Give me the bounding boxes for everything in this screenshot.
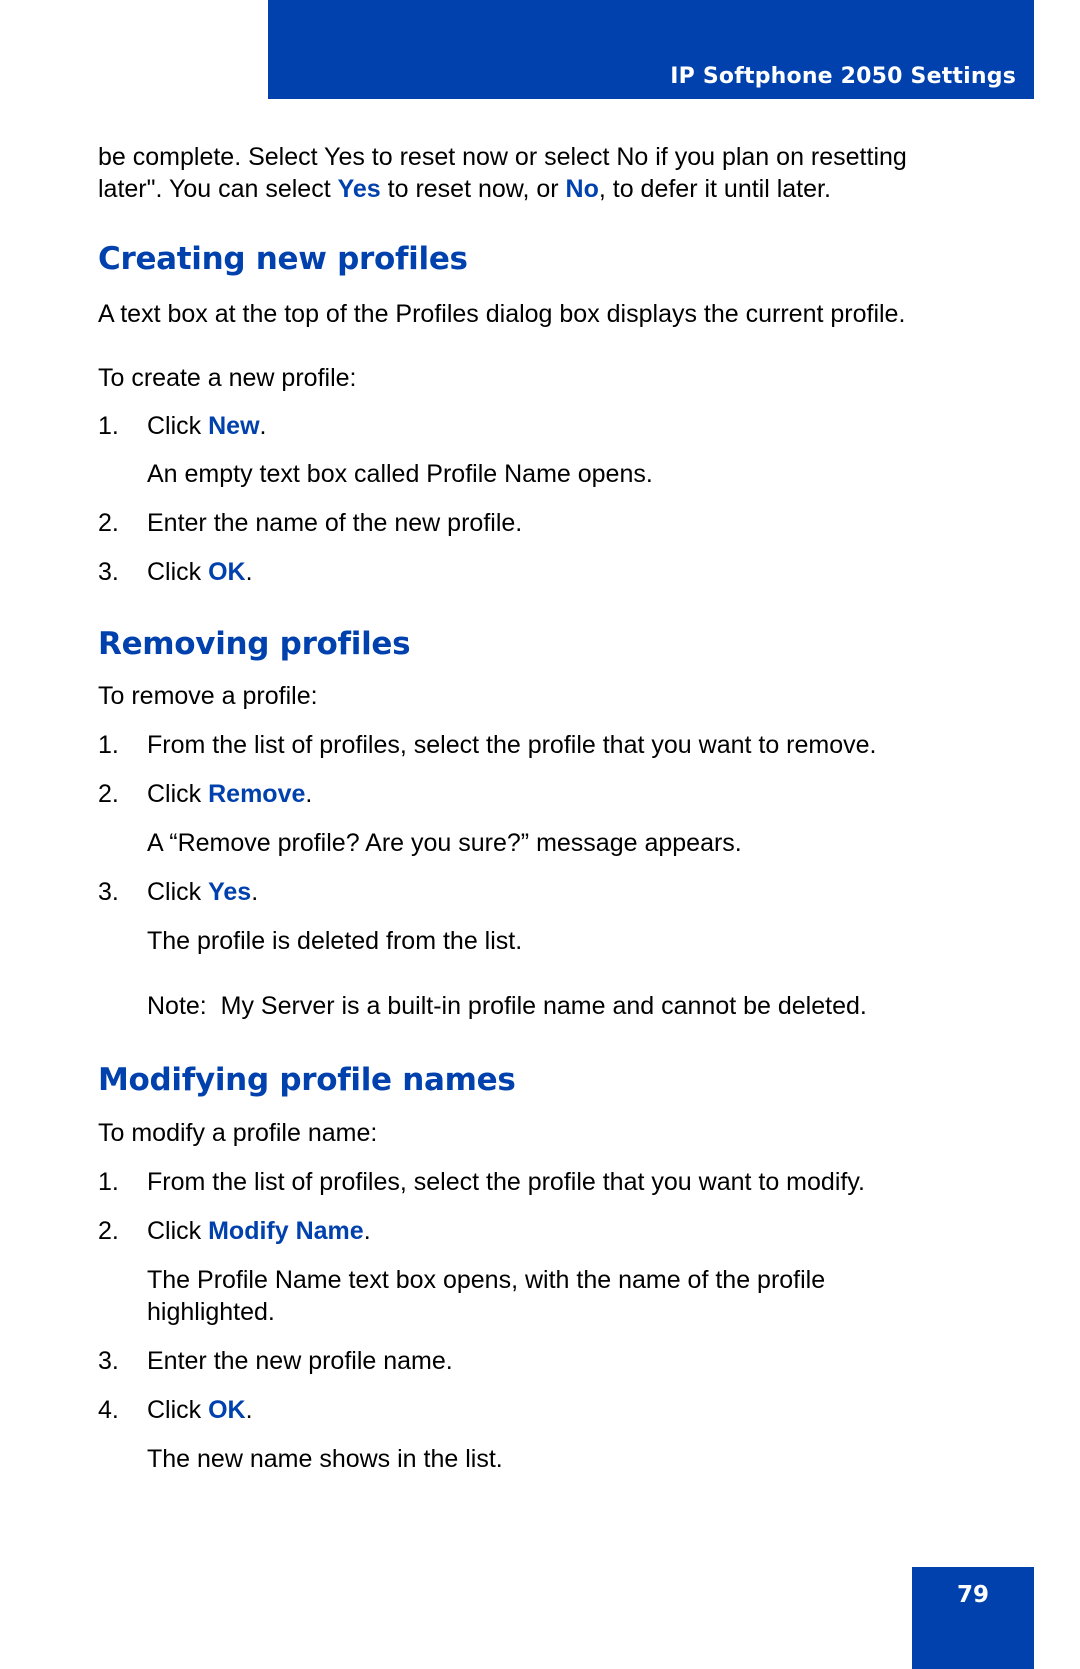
remove-step-2: Click Remove.: [147, 778, 312, 810]
create-description: A text box at the top of the Profiles di…: [98, 300, 906, 328]
modify-step-4-number: 4.: [98, 1396, 119, 1424]
remove-step-1-number: 1.: [98, 731, 119, 759]
intro-line-1: be complete. Select Yes to reset now or …: [98, 143, 907, 171]
create-step-1: Click New.: [147, 410, 266, 442]
step-text: Click: [147, 780, 209, 808]
remove-step-1: From the list of profiles, select the pr…: [147, 731, 877, 759]
modify-step-2-result-line-2: highlighted.: [147, 1298, 275, 1326]
page-number-box: 79: [912, 1567, 1034, 1669]
remove-step-3-result: The profile is deleted from the list.: [147, 927, 523, 955]
page-number: 79: [956, 1582, 989, 1608]
running-header-title: IP Softphone 2050 Settings: [670, 64, 1016, 89]
step-punct: .: [259, 412, 267, 440]
create-step-2: Enter the name of the new profile.: [147, 509, 523, 537]
step-punct: .: [245, 1396, 253, 1424]
create-step-3: Click OK.: [147, 556, 253, 588]
step-punct: .: [305, 780, 313, 808]
create-step-1-result: An empty text box called Profile Name op…: [147, 460, 653, 488]
intro-text-a: later". You can select: [98, 175, 338, 203]
step-text: Click: [147, 412, 209, 440]
step-text: Click: [147, 1396, 209, 1424]
modify-step-1-number: 1.: [98, 1168, 119, 1196]
heading-creating-new-profiles: Creating new profiles: [98, 241, 468, 277]
create-lead: To create a new profile:: [98, 364, 357, 392]
ui-label-no: No: [565, 175, 599, 203]
ui-label-modify-name: Modify Name: [208, 1217, 364, 1245]
remove-step-3: Click Yes.: [147, 876, 258, 908]
modify-step-1: From the list of profiles, select the pr…: [147, 1168, 865, 1196]
step-punct: .: [251, 878, 259, 906]
header-band: IP Softphone 2050 Settings: [268, 0, 1034, 99]
modify-step-2: Click Modify Name.: [147, 1215, 371, 1247]
create-step-3-number: 3.: [98, 558, 119, 586]
modify-step-4-result: The new name shows in the list.: [147, 1445, 503, 1473]
heading-modifying-profile-names: Modifying profile names: [98, 1062, 516, 1098]
remove-note: Note: My Server is a built-in profile na…: [147, 992, 867, 1020]
ui-label-new: New: [208, 412, 260, 440]
ui-label-ok-modify: OK: [208, 1396, 246, 1424]
intro-text-b: to reset now, or: [380, 175, 566, 203]
modify-lead: To modify a profile name:: [98, 1119, 378, 1147]
modify-step-3: Enter the new profile name.: [147, 1347, 453, 1375]
modify-step-3-number: 3.: [98, 1347, 119, 1375]
step-text: Click: [147, 558, 209, 586]
ui-label-yes-confirm: Yes: [208, 878, 252, 906]
ui-label-ok: OK: [208, 558, 246, 586]
modify-step-4: Click OK.: [147, 1394, 253, 1426]
create-step-2-number: 2.: [98, 509, 119, 537]
ui-label-yes: Yes: [337, 175, 381, 203]
remove-step-2-number: 2.: [98, 780, 119, 808]
heading-removing-profiles: Removing profiles: [98, 626, 411, 662]
remove-step-3-number: 3.: [98, 878, 119, 906]
remove-step-2-result: A “Remove profile? Are you sure?” messag…: [147, 829, 742, 857]
step-punct: .: [363, 1217, 371, 1245]
intro-text-c: , to defer it until later.: [598, 175, 831, 203]
step-punct: .: [245, 558, 253, 586]
step-text: Click: [147, 878, 209, 906]
modify-step-2-number: 2.: [98, 1217, 119, 1245]
modify-step-2-result-line-1: The Profile Name text box opens, with th…: [147, 1266, 826, 1294]
step-text: Click: [147, 1217, 209, 1245]
create-step-1-number: 1.: [98, 412, 119, 440]
remove-lead: To remove a profile:: [98, 682, 318, 710]
intro-line-2: later". You can select Yes to reset now,…: [98, 173, 831, 205]
ui-label-remove: Remove: [208, 780, 306, 808]
